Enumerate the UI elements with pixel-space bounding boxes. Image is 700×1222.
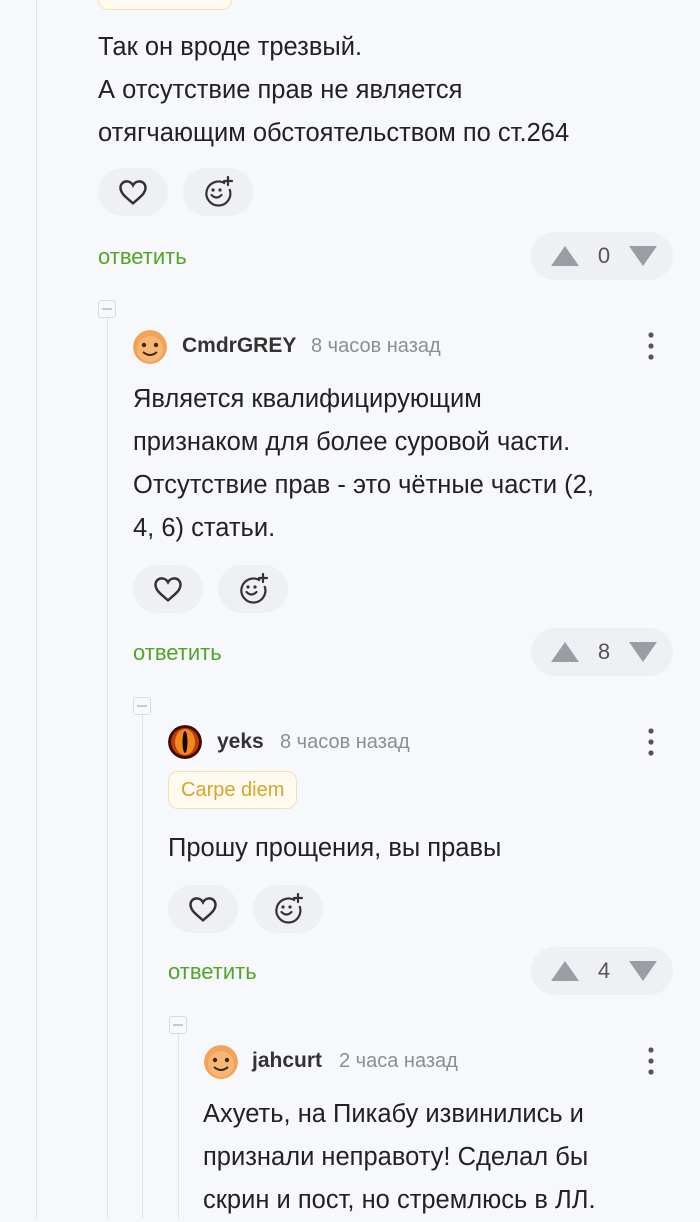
comment-text: Ахуеть, на Пикабу извинились и признали … [203,1100,596,1214]
rating-control: 4 [531,947,673,995]
comment-time[interactable]: 8 часов назад [280,727,410,757]
heart-icon [119,180,147,205]
reply-link[interactable]: ответить [98,242,187,272]
comment-time[interactable]: 2 часа назад [339,1046,458,1076]
thread-line [36,0,37,1218]
smiley-add-icon [205,175,234,207]
rating-control: 8 [531,628,673,676]
avatar[interactable] [168,725,202,759]
smiley-add-icon [275,892,304,924]
collapse-minus-icon[interactable] [169,1016,187,1034]
thread-line [107,318,108,1218]
vertical-dots-icon[interactable] [646,331,656,361]
heart-icon [154,577,182,602]
author-name[interactable]: CmdrGREY [182,331,296,361]
triangle-down-icon[interactable] [627,959,659,983]
triangle-up-icon[interactable] [549,244,581,268]
author-name[interactable]: yeks [217,727,264,757]
like-button[interactable] [168,885,238,933]
rating-value: 4 [597,958,611,983]
comment-time[interactable]: 8 часов назад [311,331,441,361]
rating-value: 0 [597,243,611,268]
avatar[interactable] [204,1045,238,1079]
thread-line [178,1034,179,1218]
heart-icon [189,897,217,922]
triangle-down-icon[interactable] [627,244,659,268]
author-name[interactable]: jahcurt [252,1046,322,1076]
triangle-up-icon[interactable] [549,640,581,664]
rating-control: 0 [531,232,673,280]
comment-text: Прошу прощения, вы правы [168,834,502,862]
triangle-up-icon[interactable] [549,959,581,983]
collapse-minus-icon[interactable] [133,697,151,715]
like-button[interactable] [133,565,203,613]
triangle-down-icon[interactable] [627,640,659,664]
smiley-add-icon [240,572,269,604]
badge-remnant [98,0,232,10]
reply-link[interactable]: ответить [168,957,257,987]
thread-line [142,714,143,1218]
comment-text: Так он вроде трезвый. А отсутствие прав … [98,33,570,147]
avatar[interactable] [133,330,167,364]
vertical-dots-icon[interactable] [646,1046,656,1076]
vertical-dots-icon[interactable] [646,727,656,757]
user-badge[interactable]: Carpe diem [168,771,298,809]
react-button[interactable] [253,885,323,933]
comment-text: Является квалифицирующим признаком для б… [133,385,594,542]
collapse-minus-icon[interactable] [98,300,116,318]
react-button[interactable] [183,168,253,216]
reply-link[interactable]: ответить [133,638,222,668]
react-button[interactable] [218,565,288,613]
like-button[interactable] [98,168,168,216]
rating-value: 8 [597,639,611,664]
